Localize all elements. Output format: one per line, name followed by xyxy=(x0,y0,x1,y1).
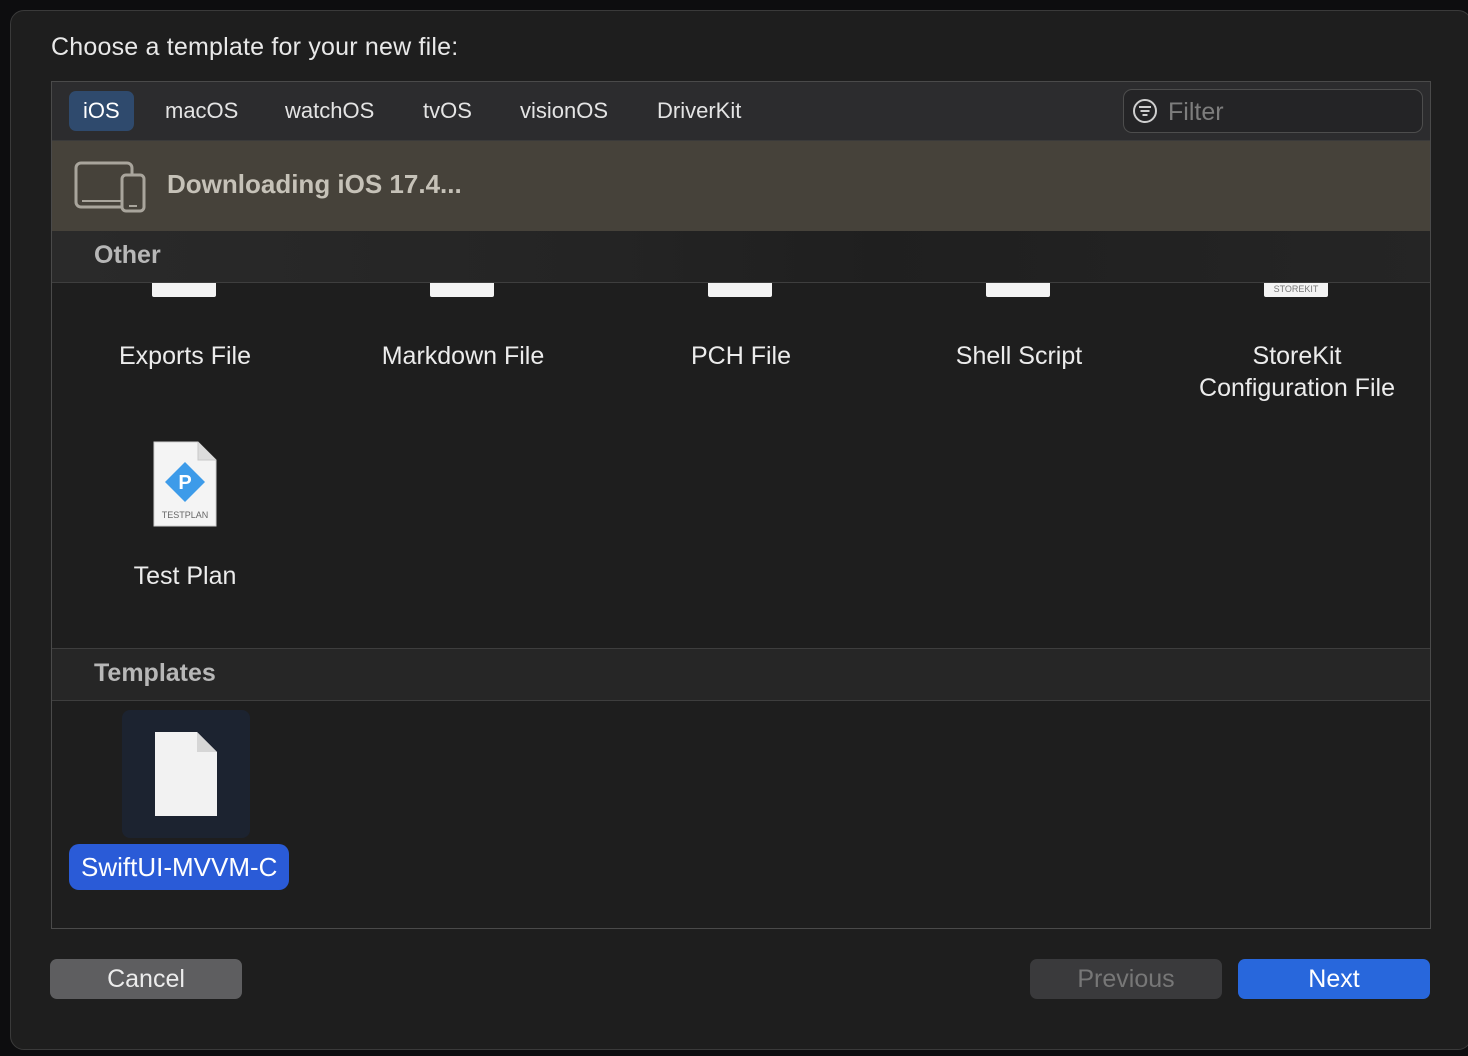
section-header-templates: Templates xyxy=(52,649,1430,701)
exports-file-icon xyxy=(152,283,216,297)
previous-button[interactable]: Previous xyxy=(1030,959,1222,999)
template-item-storekit-configuration-file[interactable]: StoreKit Configuration File xyxy=(1177,340,1417,404)
filter-input[interactable] xyxy=(1166,96,1410,128)
tab-visionos[interactable]: visionOS xyxy=(506,91,622,131)
template-item-shell-script[interactable]: Shell Script xyxy=(899,340,1139,372)
shell-script-icon xyxy=(986,283,1050,297)
item-label: Shell Script xyxy=(955,342,1083,370)
tab-tvos[interactable]: tvOS xyxy=(409,91,486,131)
template-item-pch-file[interactable]: PCH File xyxy=(621,340,861,372)
dialog-title: Choose a template for your new file: xyxy=(51,33,459,61)
section-title-other: Other xyxy=(94,241,161,269)
template-item-test-plan[interactable]: Test Plan xyxy=(65,560,305,592)
download-banner: Downloading iOS 17.4... xyxy=(52,141,1430,231)
section-title-templates: Templates xyxy=(94,659,216,687)
template-item-swiftui-mvvm-c[interactable] xyxy=(122,710,250,838)
filter-icon xyxy=(1133,99,1157,123)
new-file-dialog: Choose a template for your new file: iOS… xyxy=(10,10,1468,1050)
cancel-button[interactable]: Cancel xyxy=(50,959,242,999)
testplan-icon-text: TESTPLAN xyxy=(162,510,209,520)
tab-macos[interactable]: macOS xyxy=(151,91,252,131)
section-header-other: Other xyxy=(52,231,1430,283)
item-label: Exports File xyxy=(119,342,251,370)
storekit-file-icon: STOREKIT xyxy=(1264,283,1328,297)
template-panel: iOS macOS watchOS tvOS visionOS DriverKi… xyxy=(51,81,1431,929)
markdown-file-icon xyxy=(430,283,494,297)
item-label: StoreKit Configuration File xyxy=(1199,342,1395,402)
next-button[interactable]: Next xyxy=(1238,959,1430,999)
svg-text:P: P xyxy=(178,472,191,494)
item-label: PCH File xyxy=(690,342,791,370)
template-item-markdown-file[interactable]: Markdown File xyxy=(343,340,583,372)
devices-icon xyxy=(74,161,146,213)
tab-watchos[interactable]: watchOS xyxy=(271,91,388,131)
test-plan-icon: P TESTPLAN xyxy=(153,441,217,527)
selected-template-label[interactable]: SwiftUI-MVVM-C xyxy=(69,844,290,890)
storekit-icon-text: STOREKIT xyxy=(1273,284,1319,294)
item-label: Test Plan xyxy=(133,562,237,590)
pch-file-icon xyxy=(708,283,772,297)
blank-document-icon xyxy=(155,732,217,816)
item-label: Markdown File xyxy=(381,342,545,370)
tab-ios[interactable]: iOS xyxy=(69,91,134,131)
platform-tab-bar: iOS macOS watchOS tvOS visionOS DriverKi… xyxy=(52,82,1430,141)
tab-driverkit[interactable]: DriverKit xyxy=(643,91,755,131)
download-status-text: Downloading iOS 17.4... xyxy=(167,169,462,199)
template-item-exports-file[interactable]: Exports File xyxy=(65,340,305,372)
filter-field[interactable] xyxy=(1123,89,1423,133)
